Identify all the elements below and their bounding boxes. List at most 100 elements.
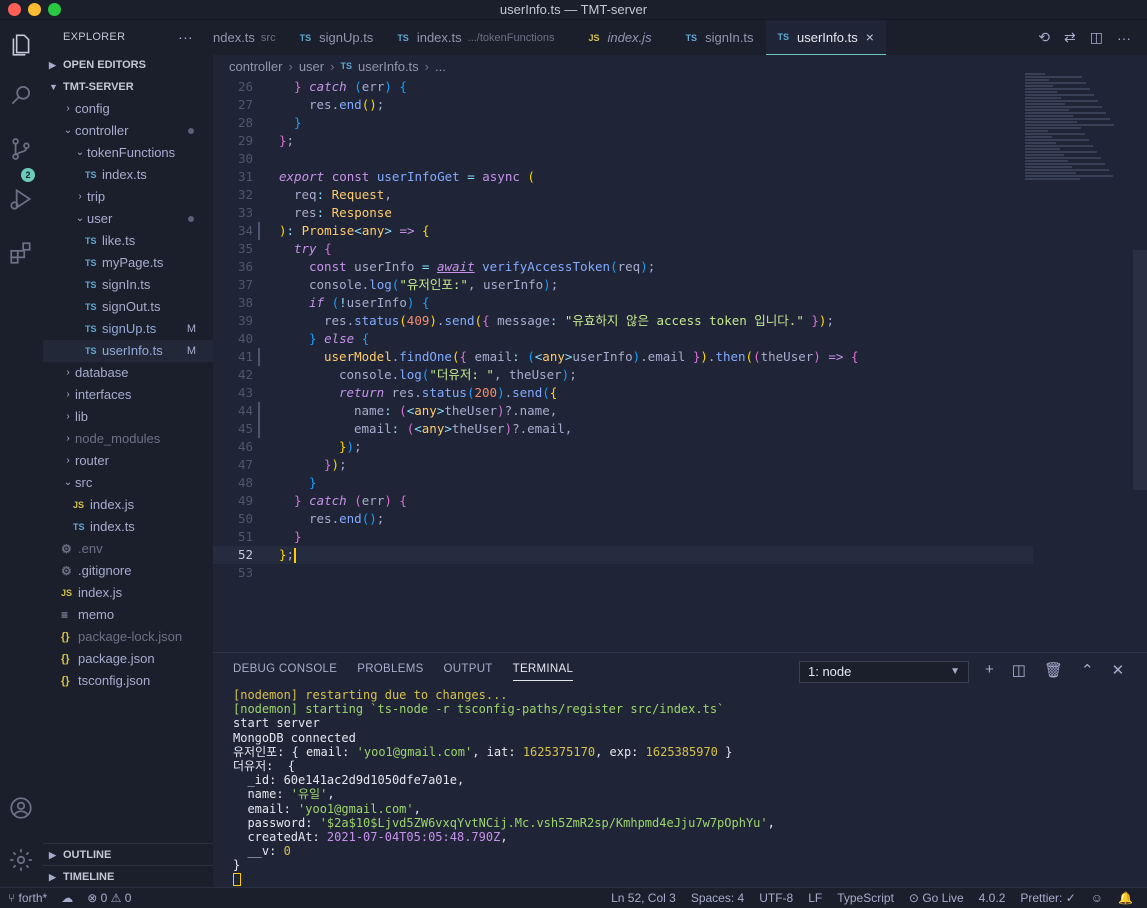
encoding[interactable]: UTF-8 <box>759 891 793 905</box>
tree-item[interactable]: ⌄ controller <box>43 120 213 142</box>
feedback-icon[interactable]: ☺ <box>1091 891 1103 905</box>
code-text: res.status(409).send({ message: "유효하지 않은… <box>324 313 834 328</box>
search-icon[interactable] <box>6 80 36 110</box>
branch-status[interactable]: ⑂ forth* <box>8 891 47 905</box>
tree-item[interactable]: {} tsconfig.json <box>43 670 213 692</box>
minimap[interactable] <box>1025 73 1123 183</box>
split-editor-icon[interactable]: ◫ <box>1090 29 1103 46</box>
tree-item[interactable]: TS myPage.ts <box>43 252 213 274</box>
go-live-button[interactable]: ⊙ Go Live <box>909 891 964 905</box>
new-terminal-icon[interactable]: + <box>985 661 994 679</box>
tree-item[interactable]: ⌄ tokenFunctions <box>43 142 213 164</box>
breadcrumb-item[interactable]: userInfo.ts <box>358 59 419 74</box>
tree-item[interactable]: › router <box>43 450 213 472</box>
editor-tab[interactable]: TS signUp.ts <box>288 20 386 55</box>
close-panel-icon[interactable]: ✕ <box>1112 661 1125 679</box>
tree-item[interactable]: TS index.ts <box>43 164 213 186</box>
tree-item[interactable]: ⌄ src <box>43 472 213 494</box>
maximize-panel-icon[interactable]: ⌃ <box>1081 661 1094 679</box>
editor-scrollbar[interactable] <box>1133 250 1147 490</box>
source-control-icon[interactable] <box>6 134 36 164</box>
panel-tab[interactable]: PROBLEMS <box>357 663 423 681</box>
editor-tab[interactable]: TS userInfo.ts × <box>765 20 886 55</box>
editor-tab[interactable]: TS index.ts .../tokenFunctions <box>385 20 566 55</box>
run-debug-icon[interactable] <box>6 184 36 214</box>
code-editor[interactable]: 26} catch (err) {27 res.end(); 28} 29}; 30 31… <box>213 78 1033 582</box>
split-terminal-icon[interactable]: ◫ <box>1012 661 1026 679</box>
notifications-icon[interactable]: 🔔 <box>1118 891 1133 905</box>
trash-icon[interactable]: 🗑 <box>1044 661 1063 679</box>
tree-item-label: src <box>75 475 93 490</box>
tree-item[interactable]: JS index.js <box>43 582 213 604</box>
indentation[interactable]: Spaces: 4 <box>691 891 744 905</box>
timeline-section[interactable]: ▶ TIMELINE <box>43 865 213 887</box>
timeline-history-icon[interactable]: ⟲ <box>1038 29 1050 46</box>
cursor-position[interactable]: Ln 52, Col 3 <box>611 891 676 905</box>
minimap-line <box>1025 94 1094 96</box>
minimap-line <box>1025 100 1098 102</box>
breadcrumb-item[interactable]: ... <box>435 59 446 74</box>
tree-item-label: signOut.ts <box>102 299 161 314</box>
editor-tab[interactable]: ndex.ts src <box>213 20 288 55</box>
editor-tab[interactable]: JS index.js <box>576 20 663 55</box>
tree-item[interactable]: {} package-lock.json <box>43 626 213 648</box>
tree-item[interactable]: › database <box>43 362 213 384</box>
prettier-status[interactable]: Prettier: ✓ <box>1020 891 1075 905</box>
more-actions-icon[interactable]: ··· <box>178 20 193 54</box>
ts-file-icon: TS <box>685 32 698 43</box>
tree-item[interactable]: › interfaces <box>43 384 213 406</box>
end-of-line[interactable]: LF <box>808 891 822 905</box>
code-line: 32 req: Request, <box>213 186 1033 204</box>
breadcrumb-item[interactable]: controller <box>229 59 282 74</box>
tree-item[interactable]: › trip <box>43 186 213 208</box>
tree-item[interactable]: ≡ memo <box>43 604 213 626</box>
compare-changes-icon[interactable]: ⇄ <box>1064 29 1076 46</box>
panel-tab[interactable]: TERMINAL <box>512 663 574 681</box>
minimap-line <box>1025 139 1089 141</box>
explorer-icon[interactable] <box>6 30 36 60</box>
sync-icon[interactable]: ☁ <box>61 891 73 905</box>
warning-count: 0 <box>124 891 132 905</box>
open-editors-section[interactable]: ▶ OPEN EDITORS <box>43 54 213 76</box>
tree-item[interactable]: ⚙ .gitignore <box>43 560 213 582</box>
tree-item-label: lib <box>75 409 89 424</box>
tree-item[interactable]: TS userInfo.ts M <box>43 340 213 362</box>
tree-item[interactable]: ⌄ user <box>43 208 213 230</box>
tree-item[interactable]: TS signOut.ts <box>43 296 213 318</box>
tree-item[interactable]: › lib <box>43 406 213 428</box>
line-number: 31 <box>237 169 253 184</box>
tree-item[interactable]: TS like.ts <box>43 230 213 252</box>
tree-item[interactable]: TS signIn.ts <box>43 274 213 296</box>
js-file-icon: JS <box>588 32 600 43</box>
code-text: const userInfo = await verifyAccessToken… <box>309 259 656 274</box>
language-mode[interactable]: TypeScript <box>837 891 894 905</box>
tree-item[interactable]: ⚙ .env <box>43 538 213 560</box>
tree-item[interactable]: › config <box>43 98 213 120</box>
editor-tab[interactable]: TS signIn.ts <box>674 20 766 55</box>
close-icon[interactable]: × <box>866 29 874 45</box>
terminal-selector[interactable]: 1: node ▼ <box>799 661 969 683</box>
tree-item-label: user <box>87 211 113 226</box>
settings-gear-icon[interactable] <box>6 845 36 875</box>
breadcrumb-item[interactable]: user <box>299 59 324 74</box>
modified-badge: M <box>186 345 196 357</box>
account-icon[interactable] <box>6 793 36 823</box>
outline-section[interactable]: ▶ OUTLINE <box>43 843 213 865</box>
extensions-icon[interactable] <box>6 238 36 268</box>
code-line: 49} catch (err) { <box>213 492 1033 510</box>
tree-item[interactable]: › node_modules <box>43 428 213 450</box>
tree-item[interactable]: {} package.json <box>43 648 213 670</box>
panel-actions: + ◫ 🗑 ⌃ ✕ <box>985 661 1124 679</box>
chevron-down-icon: ▼ <box>950 666 960 677</box>
problems-status[interactable]: ⊗ 0 ⚠ 0 <box>87 891 131 905</box>
tree-item[interactable]: TS index.ts <box>43 516 213 538</box>
tree-item[interactable]: TS signUp.ts M <box>43 318 213 340</box>
ts-version[interactable]: 4.0.2 <box>979 891 1006 905</box>
panel-tab[interactable]: DEBUG CONSOLE <box>233 663 337 681</box>
tree-item[interactable]: JS index.js <box>43 494 213 516</box>
more-actions-icon[interactable]: ··· <box>1117 30 1131 46</box>
project-section[interactable]: ▼ TMT-SERVER <box>43 76 213 98</box>
panel-tab[interactable]: OUTPUT <box>444 663 493 681</box>
line-number: 41 <box>237 349 253 364</box>
terminal-output[interactable]: [nodemon] restarting due to changes... [n… <box>233 688 775 887</box>
